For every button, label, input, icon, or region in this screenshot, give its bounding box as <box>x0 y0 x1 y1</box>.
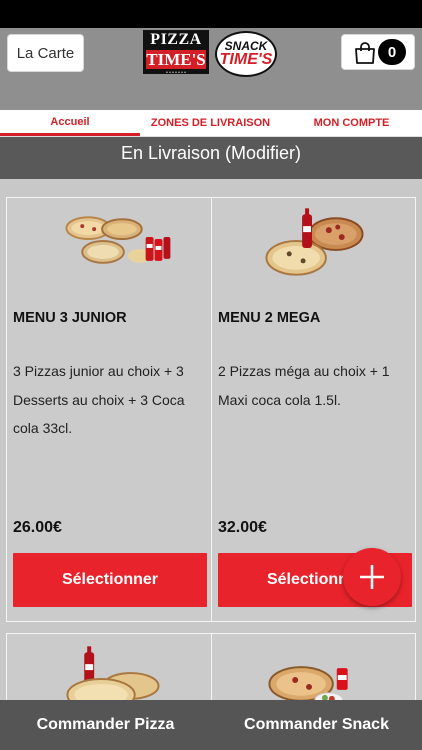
cart-count-badge: 0 <box>378 39 406 65</box>
menu-description: 2 Pizzas méga au choix + 1 Maxi coca col… <box>218 363 390 408</box>
select-button[interactable]: Sélectionner <box>13 553 207 607</box>
menu-description: 3 Pizzas junior au choix + 3 Desserts au… <box>13 363 185 436</box>
status-bar <box>0 0 422 28</box>
delivery-mode-label: En Livraison (Modifier) <box>120 143 302 163</box>
menu-2-mega-image <box>265 208 364 276</box>
pizza-times-logo: PIZZA TIME'S • • • • • • • <box>143 30 209 76</box>
logo-pizza-line1: PIZZA <box>150 31 202 48</box>
cart-button[interactable]: 0 <box>341 34 415 70</box>
tab-zones-de-livraison[interactable]: ZONES DE LIVRAISON <box>140 110 281 136</box>
menu-card-next-right <box>211 633 416 700</box>
tab-mon-compte[interactable]: MON COMPTE <box>281 110 422 136</box>
add-fab-button[interactable] <box>343 548 401 606</box>
bottom-bar: Commander Pizza Commander Snack <box>0 700 422 750</box>
tab-accueil[interactable]: Accueil <box>0 110 140 136</box>
menu-pizzas-coca-image <box>66 646 160 700</box>
menu-3-junior-image <box>65 216 171 264</box>
commander-pizza-button[interactable]: Commander Pizza <box>0 700 211 750</box>
menu-title: MENU 2 MEGA <box>218 310 321 326</box>
logo-snack-line2: TIME'S <box>219 51 273 68</box>
la-carte-button[interactable]: La Carte <box>7 34 84 72</box>
menu-title: MENU 3 JUNIOR <box>13 310 127 326</box>
menu-price: 32.00€ <box>218 519 267 536</box>
logo-pizza-tagline: • • • • • • • <box>166 71 186 76</box>
menu-card-next-left <box>6 633 212 700</box>
menu-price: 26.00€ <box>13 519 62 536</box>
shopping-bag-icon <box>355 42 375 64</box>
plus-icon <box>360 565 384 589</box>
tab-bar: Accueil ZONES DE LIVRAISON MON COMPTE <box>0 110 422 137</box>
logo-pizza-line2: TIME'S <box>146 50 206 69</box>
menu-card-3-junior: MENU 3 JUNIOR 3 Pizzas junior au choix +… <box>6 197 212 622</box>
menu-list: MENU 3 JUNIOR 3 Pizzas junior au choix +… <box>0 179 422 700</box>
snack-times-logo: SNACK TIME'S <box>215 31 277 77</box>
delivery-mode-bar[interactable]: En Livraison (Modifier) <box>0 137 422 179</box>
commander-snack-button[interactable]: Commander Snack <box>211 700 422 750</box>
menu-pizza-salad-coca-image <box>268 666 348 700</box>
